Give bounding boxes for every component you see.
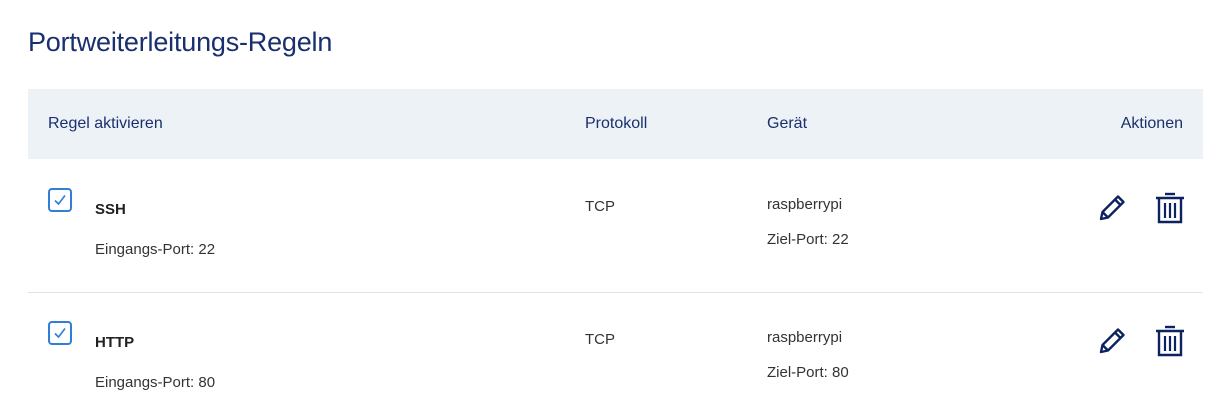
- header-enable-rule: Regel aktivieren: [48, 115, 163, 132]
- pencil-icon: [1099, 328, 1125, 354]
- enable-rule-checkbox[interactable]: [48, 321, 72, 345]
- ingress-port: Eingangs-Port: 80: [95, 374, 216, 391]
- protocol-value: TCP: [585, 198, 615, 215]
- delete-button[interactable]: [1153, 190, 1187, 224]
- protocol-value: TCP: [585, 331, 615, 348]
- edit-button[interactable]: [1096, 190, 1130, 224]
- target-port: Ziel-Port: 22: [767, 231, 849, 248]
- delete-button[interactable]: [1153, 323, 1187, 357]
- table-row: SSH Eingangs-Port: 22 TCP raspberrypi Zi…: [28, 159, 1203, 293]
- ingress-port: Eingangs-Port: 22: [95, 241, 216, 258]
- device-name: raspberrypi: [767, 329, 843, 346]
- pencil-icon: [1099, 195, 1125, 221]
- target-port: Ziel-Port: 80: [767, 364, 849, 381]
- rule-name: HTTP: [95, 334, 135, 351]
- port-forwarding-page: Portweiterleitungs-Regeln Regel aktivier…: [0, 0, 1232, 412]
- table-row: HTTP Eingangs-Port: 80 TCP raspberrypi Z…: [28, 292, 1203, 412]
- page-title: Portweiterleitungs-Regeln: [28, 27, 333, 57]
- trash-icon: [1156, 192, 1184, 224]
- enable-rule-checkbox[interactable]: [48, 188, 72, 212]
- trash-icon: [1156, 325, 1184, 357]
- checkmark-icon: [54, 328, 66, 339]
- header-protocol: Protokoll: [585, 115, 648, 132]
- device-name: raspberrypi: [767, 196, 843, 213]
- rule-name: SSH: [95, 201, 126, 218]
- header-device: Gerät: [767, 115, 808, 132]
- checkmark-icon: [54, 195, 66, 206]
- edit-button[interactable]: [1096, 323, 1130, 357]
- table-header: Regel aktivieren Protokoll Gerät Aktione…: [28, 89, 1203, 159]
- header-actions: Aktionen: [1120, 115, 1183, 132]
